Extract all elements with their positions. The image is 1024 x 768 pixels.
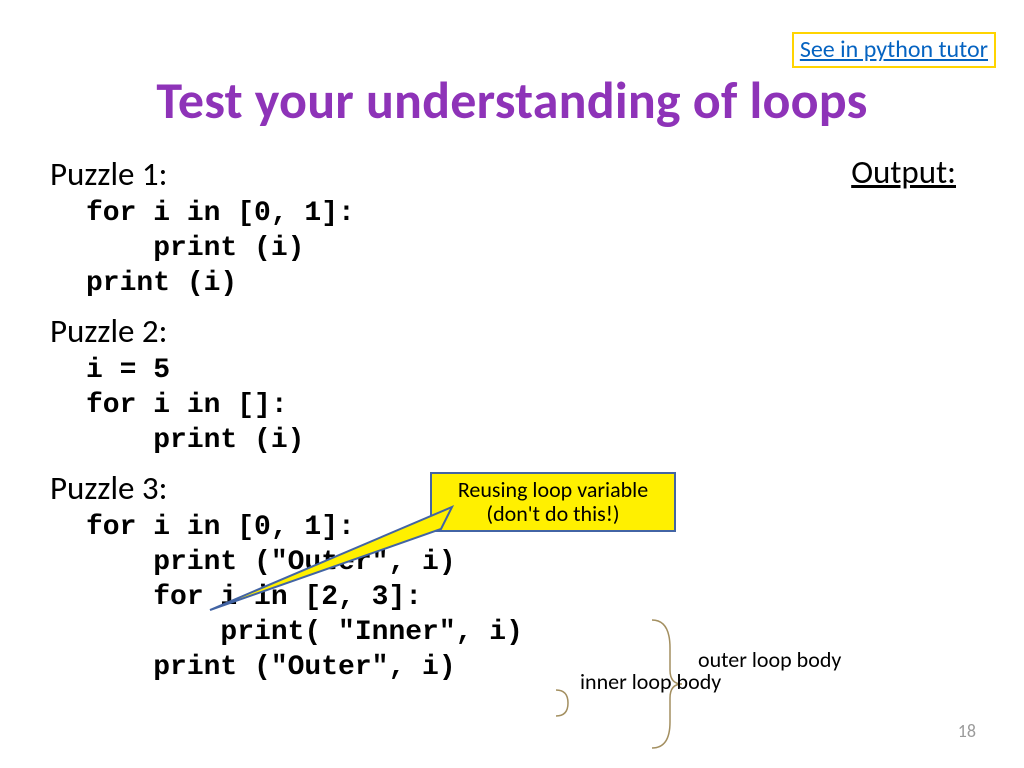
puzzle-1-code: for i in [0, 1]: print (i) print (i): [86, 196, 950, 301]
page-number: 18: [958, 720, 976, 742]
inner-loop-body-label: inner loop body: [580, 670, 721, 695]
callout-text: Reusing loop variable (don't do this!): [458, 478, 648, 526]
puzzle-2-heading: Puzzle 2:: [50, 311, 950, 351]
outer-loop-body-label: outer loop body: [698, 648, 841, 673]
callout-reusing-loop-variable: Reusing loop variable (don't do this!): [430, 472, 676, 532]
slide-body: Puzzle 1: for i in [0, 1]: print (i) pri…: [50, 154, 950, 695]
puzzle-1-heading: Puzzle 1:: [50, 154, 950, 194]
python-tutor-link[interactable]: See in python tutor: [800, 35, 988, 64]
puzzle-2-code: i = 5 for i in []: print (i): [86, 353, 950, 458]
python-tutor-link-box: See in python tutor: [792, 32, 996, 68]
page-title: Test your understanding of loops: [0, 68, 1024, 132]
slide: See in python tutor Test your understand…: [0, 0, 1024, 768]
